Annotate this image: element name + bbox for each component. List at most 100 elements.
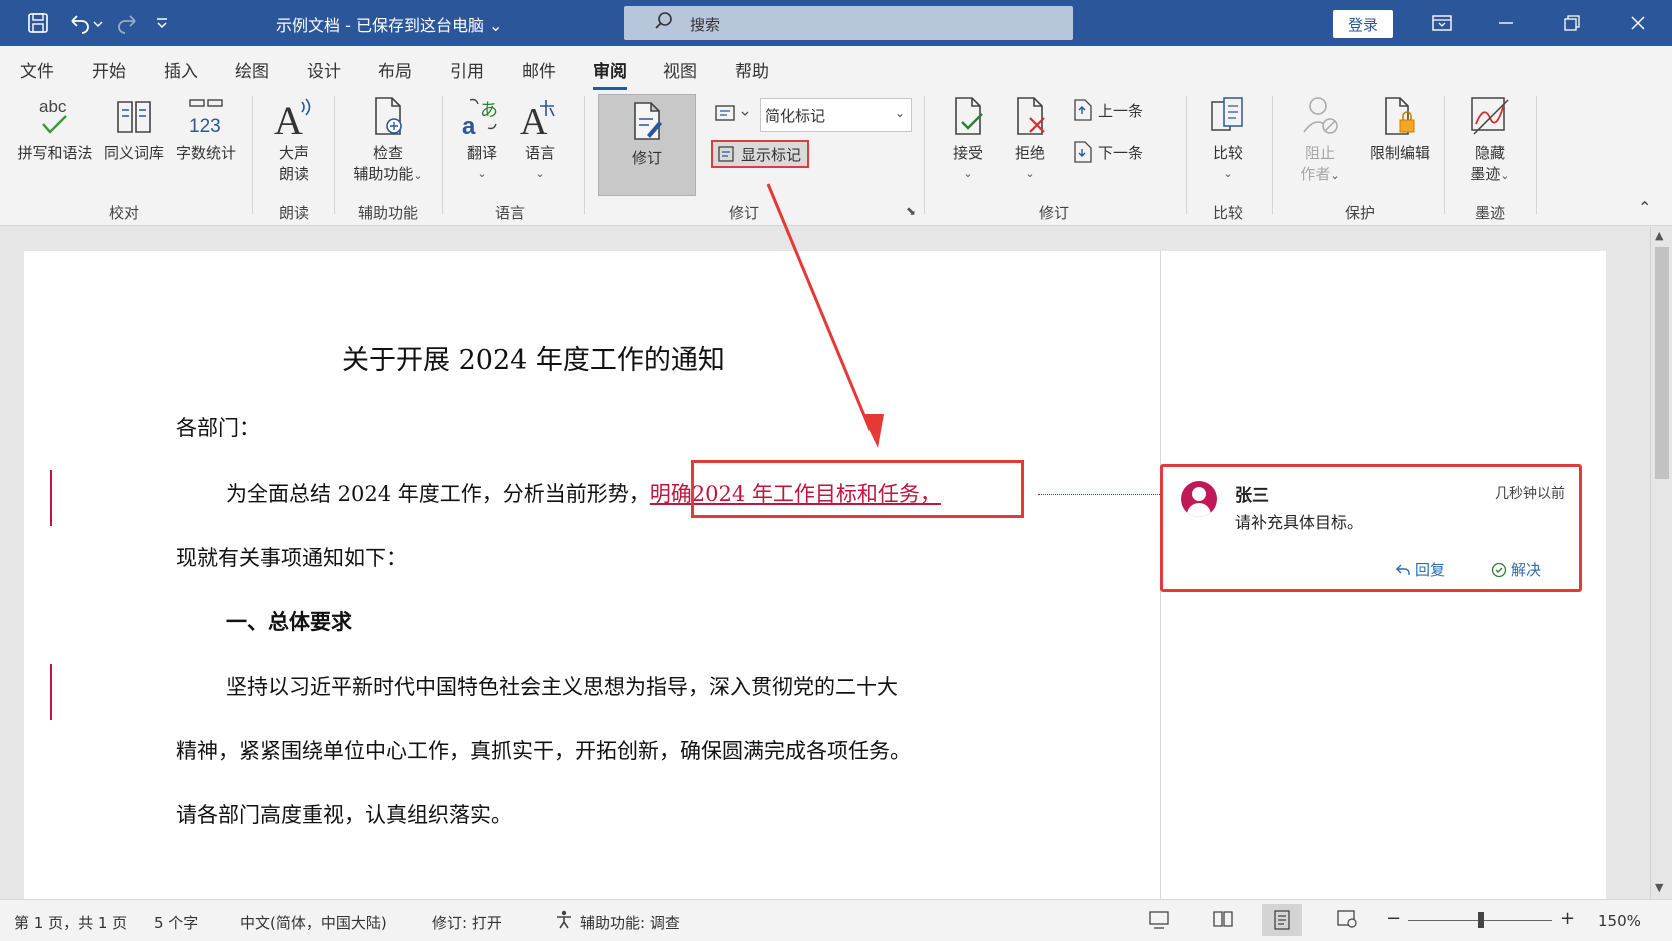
resolve-icon — [1491, 562, 1507, 577]
section-heading: 一、总体要求 — [226, 609, 352, 634]
word-count-button[interactable]: 123 字数统计 — [172, 94, 240, 163]
accept-button[interactable]: 接受 ⌄ — [940, 94, 996, 181]
next-label: 下一条 — [1098, 143, 1144, 162]
resolve-button[interactable]: 解决 — [1491, 559, 1541, 580]
tab-view[interactable]: 视图 — [663, 57, 697, 82]
paragraph-1-end: 现就有关事项通知如下： — [176, 546, 407, 570]
print-layout-icon[interactable] — [1262, 904, 1302, 936]
salutation: 各部门： — [176, 416, 260, 440]
zoom-slider-thumb[interactable] — [1478, 912, 1484, 928]
restrict-editing-button[interactable]: 限制编辑 — [1362, 94, 1438, 163]
tab-mailings[interactable]: 邮件 — [522, 57, 556, 82]
group-compare-label: 比较 — [1212, 204, 1243, 222]
markup-mode-value: 简化标记 — [765, 107, 826, 125]
group-divider — [924, 96, 925, 214]
accessibility-check-icon — [375, 97, 402, 135]
accessibility-indicator[interactable]: 辅助功能: 调查 — [580, 912, 680, 933]
vertical-scrollbar[interactable]: ▲ ▼ — [1650, 227, 1672, 899]
paragraph-2-line-2: 精神，紧紧围绕单位中心工作，真抓实干，开拓创新，确保圆满完成各项任务。 — [176, 739, 911, 763]
track-changes-button[interactable]: 修订 — [598, 94, 696, 196]
read-mode-icon[interactable] — [1212, 909, 1234, 934]
save-icon[interactable] — [24, 9, 52, 37]
display-for-review-button[interactable] — [714, 102, 754, 126]
login-button[interactable]: 登录 — [1333, 10, 1393, 38]
group-divider — [252, 96, 253, 214]
thesaurus-button[interactable]: 同义词库 — [100, 94, 168, 163]
page-indicator[interactable]: 第 1 页，共 1 页 — [14, 912, 127, 933]
next-change-button[interactable]: 下一条 — [1072, 140, 1143, 164]
chevron-down-icon: ⌄ — [1330, 169, 1340, 182]
scroll-up-icon[interactable]: ▲ — [1655, 229, 1663, 242]
language-button[interactable]: A 语言 ⌄ — [514, 94, 566, 181]
reply-button[interactable]: 回复 — [1395, 559, 1445, 580]
show-markup-icon — [718, 146, 734, 162]
zoom-out-icon[interactable]: − — [1386, 908, 1401, 929]
accept-icon — [955, 97, 983, 135]
chevron-down-icon: ⌄ — [477, 167, 487, 180]
search-icon — [654, 11, 674, 36]
svg-text:a: a — [462, 113, 476, 138]
markup-mode-dropdown[interactable]: 简化标记 ⌄ — [760, 98, 912, 132]
ribbon-review: abc 拼写和语法 同义词库 123 字数统计 校对 A 大声 朗读 朗读 检查… — [0, 90, 1672, 226]
compare-button[interactable]: 比较 ⌄ — [1202, 94, 1254, 181]
hide-ink-button[interactable]: 隐藏 墨迹⌄ — [1458, 94, 1522, 184]
reject-label: 拒绝 — [1014, 144, 1045, 162]
collapse-ribbon-icon[interactable]: ⌃ — [1638, 198, 1651, 217]
web-layout-icon[interactable] — [1336, 909, 1358, 934]
translate-button[interactable]: aあ 翻译 ⌄ — [456, 94, 508, 181]
inserted-text-highlight — [691, 460, 1024, 518]
chevron-down-icon: ⌄ — [894, 106, 905, 120]
scroll-down-icon[interactable]: ▼ — [1655, 881, 1663, 894]
word-count-indicator[interactable]: 5 个字 — [154, 912, 198, 933]
track-changes-indicator[interactable]: 修订: 打开 — [432, 912, 502, 933]
redo-icon[interactable] — [114, 9, 142, 37]
read-aloud-button[interactable]: A 大声 朗读 — [264, 94, 324, 184]
minimize-icon[interactable] — [1492, 9, 1520, 37]
zoom-in-icon[interactable]: + — [1560, 908, 1575, 929]
group-language-label: 语言 — [494, 204, 525, 222]
spelling-check-icon: abc — [39, 97, 67, 134]
tab-help[interactable]: 帮助 — [735, 57, 769, 82]
group-divider — [1186, 96, 1187, 214]
undo-icon[interactable] — [66, 9, 106, 37]
tab-layout[interactable]: 布局 — [378, 57, 412, 82]
translate-icon: aあ — [462, 98, 498, 138]
spelling-grammar-button[interactable]: abc 拼写和语法 — [14, 94, 96, 163]
language-indicator[interactable]: 中文(简体，中国大陆) — [240, 912, 387, 933]
tab-home[interactable]: 开始 — [92, 57, 126, 82]
customize-toolbar-icon[interactable] — [152, 9, 172, 37]
group-proofing-label: 校对 — [108, 204, 139, 222]
translate-label: 翻译 — [466, 144, 497, 162]
document-title[interactable]: 示例文档 - 已保存到这台电脑 ⌄ — [276, 12, 502, 36]
tab-insert[interactable]: 插入 — [164, 57, 198, 82]
restore-icon[interactable] — [1558, 9, 1586, 37]
block-authors-button[interactable]: 阻止 作者⌄ — [1290, 94, 1350, 184]
search-box[interactable]: 搜索 — [624, 6, 1073, 40]
tab-draw[interactable]: 绘图 — [235, 57, 269, 82]
track-changes-label: 修订 — [631, 149, 662, 167]
group-ink-label: 墨迹 — [1474, 204, 1505, 222]
svg-text:abc: abc — [39, 97, 67, 116]
focus-mode-icon[interactable] — [1148, 909, 1170, 934]
tab-references[interactable]: 引用 — [450, 57, 484, 82]
reject-button[interactable]: 拒绝 ⌄ — [1002, 94, 1058, 181]
tab-design[interactable]: 设计 — [307, 57, 341, 82]
chevron-down-icon: ⌄ — [1025, 167, 1035, 180]
check-accessibility-button[interactable]: 检查 辅助功能⌄ — [344, 94, 432, 184]
ribbon-display-options-icon[interactable] — [1428, 9, 1456, 37]
book-icon — [117, 101, 151, 133]
chevron-down-icon: ⌄ — [1500, 169, 1510, 182]
tab-review[interactable]: 审阅 — [593, 57, 627, 90]
close-icon[interactable] — [1624, 9, 1652, 37]
dialog-launcher-icon[interactable]: ⬊ — [906, 204, 916, 218]
zoom-level[interactable]: 150% — [1598, 912, 1641, 930]
chevron-down-icon: ⌄ — [963, 167, 973, 180]
tab-file[interactable]: 文件 — [20, 57, 54, 82]
previous-change-button[interactable]: 上一条 — [1072, 98, 1143, 122]
search-placeholder: 搜索 — [690, 16, 721, 34]
word-count-icon: 123 — [189, 99, 223, 137]
show-markup-button[interactable]: 显示标记 — [711, 140, 809, 168]
read-aloud-label-1: 大声 — [278, 144, 309, 162]
scroll-thumb[interactable] — [1655, 247, 1669, 479]
comment-card[interactable]: 张三 几秒钟以前 请补充具体目标。 回复 解决 — [1160, 464, 1582, 592]
